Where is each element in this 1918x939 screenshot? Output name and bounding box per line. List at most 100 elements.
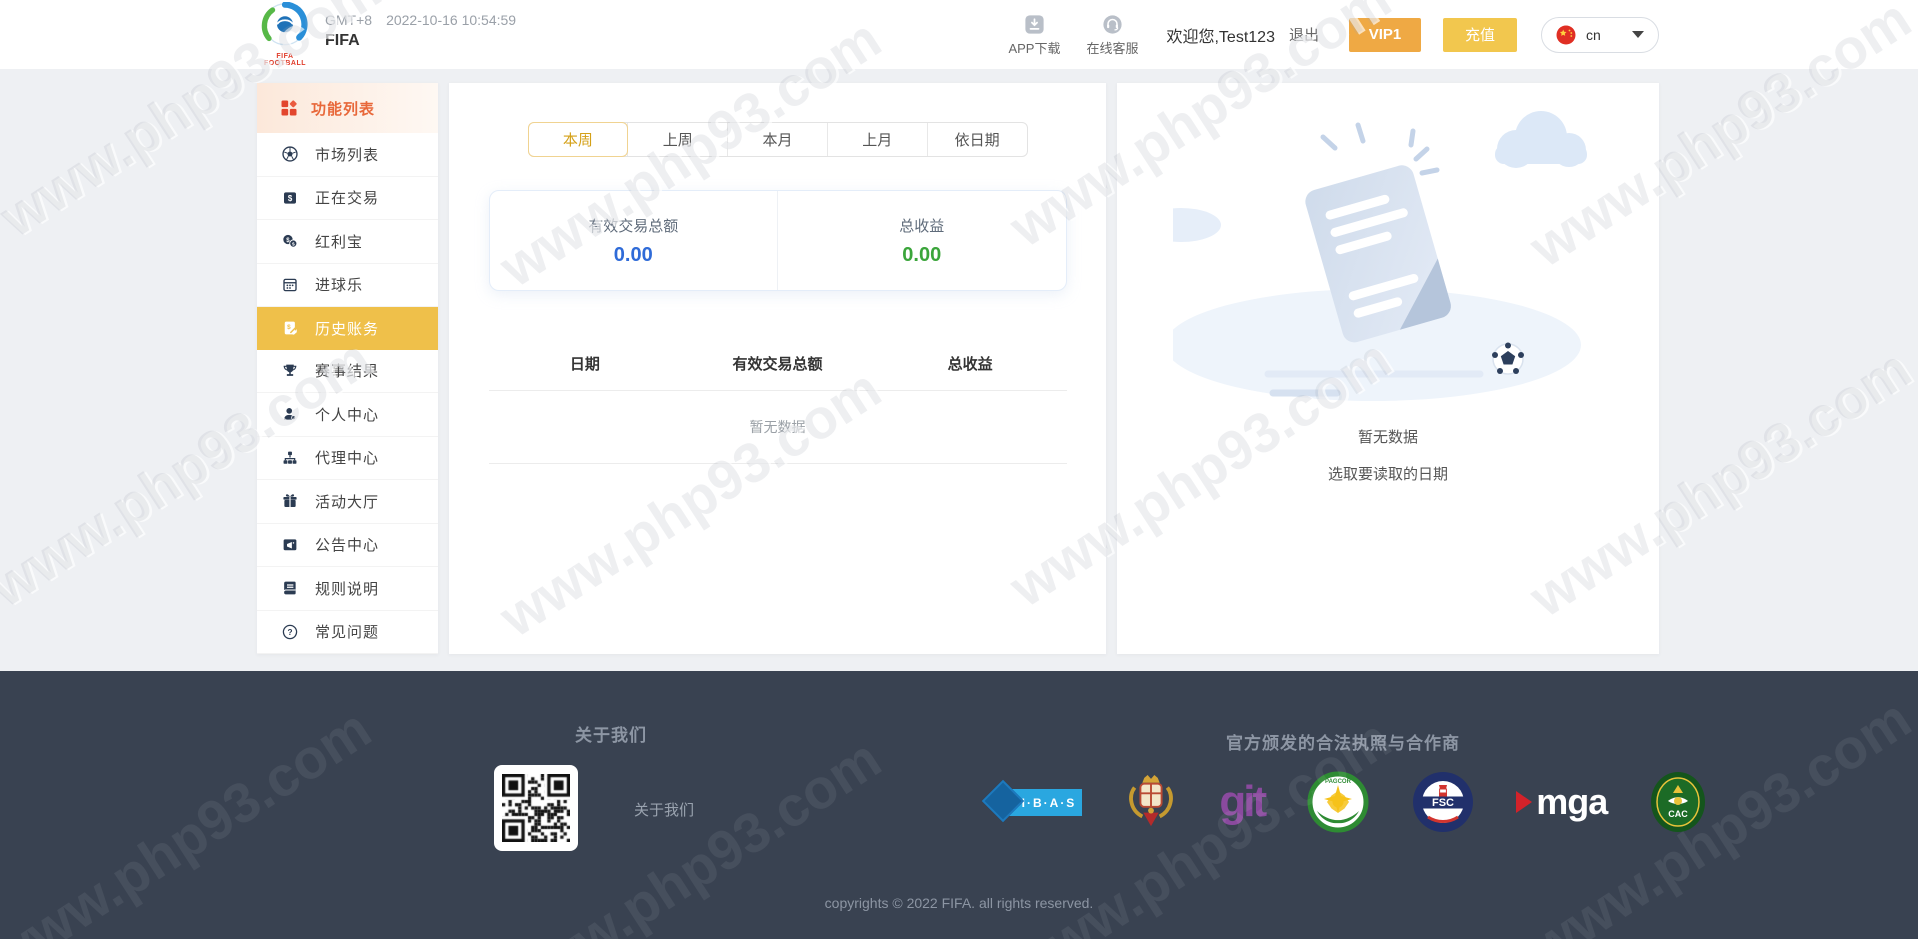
money-icon: $: [284, 192, 296, 204]
svg-text:$: $: [288, 194, 293, 203]
profit-label: 总收益: [899, 217, 945, 235]
sidebar-item-label: 活动大厅: [315, 493, 380, 511]
pagcor-icon: PAGCOR: [1307, 771, 1369, 833]
sidebar-item-trading[interactable]: $ 正在交易: [257, 177, 438, 220]
detail-empty-text: 暂无数据: [1357, 429, 1418, 446]
about-us-link[interactable]: 关于我们: [634, 799, 694, 820]
mga-logo[interactable]: mga: [1516, 781, 1608, 822]
football-logo-icon: [261, 1, 308, 46]
user-icon: [284, 408, 297, 421]
git-logo[interactable]: git: [1219, 777, 1267, 826]
app-download-label: APP下载: [1008, 40, 1061, 56]
site-name: FIFA: [325, 32, 360, 49]
card-grid-icon: [283, 278, 297, 292]
sidebar-title: 功能列表: [311, 100, 376, 118]
table-empty-state: 暂无数据: [488, 391, 1067, 464]
question-circle-icon: ?: [282, 624, 298, 639]
main-panel: 本周 上周 本月 上月 依日期 有效交易总额 0.00 总收益 0.00 日期: [449, 83, 1106, 654]
vip-badge-button[interactable]: VIP1: [1349, 17, 1421, 52]
chevron-down-icon: [1632, 31, 1644, 38]
column-profit: 总收益: [947, 356, 993, 373]
tab-last-month[interactable]: 上月: [826, 123, 927, 156]
sidebar-item-label: 常见问题: [315, 624, 380, 642]
sidebar-item-match-results[interactable]: 赛事结果: [257, 350, 438, 393]
sidebar-item-activity-hall[interactable]: 活动大厅: [257, 480, 438, 524]
recharge-button[interactable]: 充值: [1443, 17, 1517, 52]
app-download-button[interactable]: APP下载: [1008, 13, 1060, 57]
mga-logo-text: mga: [1536, 781, 1608, 822]
timezone-label: GMT+8: [325, 12, 373, 28]
datetime-value: 2022-10-16 10:54:59: [386, 12, 517, 28]
copyright-text: copyrights © 2022 FIFA. all rights reser…: [824, 895, 1094, 911]
table-header: 日期 有效交易总额 总收益: [488, 353, 1067, 391]
sidebar-item-label: 代理中心: [315, 450, 380, 468]
brand-name: FIFA FOOTBALL: [263, 53, 307, 67]
svg-text:$: $: [287, 324, 291, 331]
profit-value: 0.00: [902, 243, 942, 266]
sidebar-item-label: 赛事结果: [315, 363, 380, 381]
sidebar-item-goal-fun[interactable]: 进球乐: [257, 264, 438, 307]
license-title: 官方颁发的合法执照与合作商: [1226, 734, 1460, 753]
top-bar-right: APP下载 在线客服 欢迎您,Test123 退出 VIP1 充值 cn: [982, 13, 1659, 57]
svg-text:$: $: [292, 242, 295, 248]
summary-profit: 总收益 0.00: [778, 191, 1066, 290]
coins-icon: $ $: [283, 235, 298, 248]
history-bill-icon: $: [284, 321, 297, 335]
sidebar-header: 功能列表: [257, 83, 438, 133]
welcome-area: 欢迎您,Test123 退出: [1166, 23, 1319, 47]
sidebar-item-announcement-center[interactable]: 公告中心: [257, 524, 438, 567]
brand-logo: FIFA FOOTBALL: [257, 1, 313, 67]
online-service-button[interactable]: 在线客服: [1086, 13, 1138, 57]
fsc-logo[interactable]: FSC: [1412, 771, 1474, 833]
language-value: cn: [1586, 26, 1601, 43]
sidebar-item-personal-center[interactable]: 个人中心: [257, 393, 438, 437]
sidebar-item-rules[interactable]: 规则说明: [257, 567, 438, 611]
cac-icon: CAC: [1650, 772, 1705, 832]
royal-crest-logo[interactable]: [1125, 771, 1177, 833]
qr-code: [502, 774, 570, 842]
mga-arrow-icon: [1516, 791, 1533, 813]
content-area: 功能列表 市场列表 $ 正在交易 $ $ 红利宝 进球乐 $ 历史账务 赛事结果…: [257, 83, 1659, 654]
valid-total-value: 0.00: [613, 243, 653, 266]
sidebar-item-history[interactable]: $ 历史账务: [257, 307, 438, 350]
about-us-title: 关于我们: [575, 726, 647, 745]
detail-panel: 暂无数据 选取要读取的日期: [1117, 83, 1659, 654]
sidebar-item-label: 红利宝: [315, 233, 364, 251]
datetime: GMT+8 2022-10-16 10:54:59: [325, 12, 516, 28]
footer: 关于我们 关于我们 官方颁发的合法执照与合作商 I·B·A·S git PAGC…: [0, 671, 1918, 939]
summary-valid-total: 有效交易总额 0.00: [490, 191, 778, 290]
ibas-logo[interactable]: I·B·A·S: [981, 779, 1082, 823]
tab-this-week[interactable]: 本周: [527, 122, 629, 157]
sidebar-item-market-list[interactable]: 市场列表: [257, 133, 438, 177]
tab-this-month[interactable]: 本月: [727, 123, 827, 156]
sidebar-item-label: 正在交易: [315, 190, 380, 208]
download-icon: [1025, 14, 1044, 34]
license-logos: I·B·A·S git PAGCOR FSC mga CAC: [981, 767, 1706, 837]
detail-hint-text: 选取要读取的日期: [1327, 466, 1448, 483]
sidebar-item-label: 市场列表: [315, 146, 380, 164]
column-date: 日期: [569, 356, 600, 373]
function-grid-icon: [281, 100, 297, 116]
welcome-text: 欢迎您,Test123: [1166, 28, 1275, 46]
tab-last-week[interactable]: 上周: [627, 123, 727, 156]
qr-card: [494, 765, 578, 851]
sidebar-item-label: 规则说明: [315, 580, 380, 598]
sidebar-item-label: 历史账务: [315, 320, 380, 338]
online-service-label: 在线客服: [1086, 40, 1139, 56]
sidebar: 功能列表 市场列表 $ 正在交易 $ $ 红利宝 进球乐 $ 历史账务 赛事结果…: [257, 83, 438, 654]
pagcor-logo[interactable]: PAGCOR: [1307, 771, 1369, 833]
brand: FIFA FOOTBALL GMT+8 2022-10-16 10:54:59 …: [257, 1, 516, 67]
sidebar-item-faq[interactable]: ? 常见问题: [257, 611, 438, 654]
language-selector[interactable]: cn: [1541, 16, 1659, 53]
tab-by-date[interactable]: 依日期: [926, 123, 1027, 156]
report-table: 日期 有效交易总额 总收益 暂无数据: [488, 353, 1067, 464]
git-logo-text: git: [1219, 777, 1267, 826]
logout-button[interactable]: 退出: [1289, 24, 1319, 45]
cac-logo[interactable]: CAC: [1650, 771, 1706, 833]
fsc-icon: FSC: [1412, 772, 1473, 832]
sidebar-item-agency-center[interactable]: 代理中心: [257, 437, 438, 480]
valid-total-label: 有效交易总额: [588, 217, 679, 235]
sidebar-item-bonus[interactable]: $ $ 红利宝: [257, 220, 438, 264]
sidebar-item-label: 公告中心: [315, 537, 380, 555]
gift-icon: [283, 494, 297, 508]
